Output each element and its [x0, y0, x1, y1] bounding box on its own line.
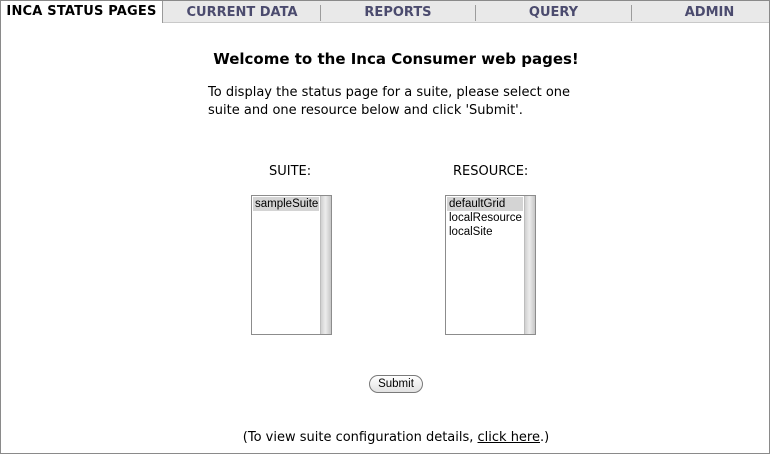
suite-options: sampleSuite: [253, 197, 319, 211]
page-title: Welcome to the Inca Consumer web pages!: [213, 50, 579, 68]
submit-button[interactable]: Submit: [369, 375, 423, 393]
suite-scrollbar[interactable]: [320, 196, 331, 334]
resource-option-defaultgrid[interactable]: defaultGrid: [447, 197, 523, 211]
nav-brand[interactable]: INCA STATUS PAGES: [1, 1, 163, 23]
footer-prefix: (To view suite configuration details,: [242, 430, 478, 445]
tab-reports[interactable]: REPORTS: [321, 1, 475, 23]
click-here-link[interactable]: click here: [478, 430, 540, 445]
intro-text: To display the status page for a suite, …: [208, 84, 608, 120]
resource-option-localresource[interactable]: localResource: [447, 211, 523, 225]
page: INCA STATUS PAGES CURRENT DATA REPORTS Q…: [0, 0, 770, 454]
resource-listbox[interactable]: defaultGrid localResource localSite: [445, 195, 536, 335]
resource-option-localsite[interactable]: localSite: [447, 225, 523, 239]
resource-scrollbar[interactable]: [524, 196, 535, 334]
tab-query[interactable]: QUERY: [476, 1, 631, 23]
intro-line: suite and one resource below and click '…: [208, 103, 523, 118]
tab-admin[interactable]: ADMIN: [632, 1, 769, 23]
suite-option-samplesuite[interactable]: sampleSuite: [253, 197, 319, 211]
resource-options: defaultGrid localResource localSite: [447, 197, 523, 239]
tab-current-data[interactable]: CURRENT DATA: [164, 1, 320, 23]
config-details-note: (To view suite configuration details, cl…: [1, 430, 769, 445]
suite-label: SUITE:: [269, 164, 312, 179]
footer-suffix: .): [540, 430, 550, 445]
top-nav: INCA STATUS PAGES CURRENT DATA REPORTS Q…: [1, 1, 769, 23]
suite-listbox[interactable]: sampleSuite: [251, 195, 332, 335]
intro-line: To display the status page for a suite, …: [208, 85, 571, 100]
resource-label: RESOURCE:: [453, 164, 529, 179]
